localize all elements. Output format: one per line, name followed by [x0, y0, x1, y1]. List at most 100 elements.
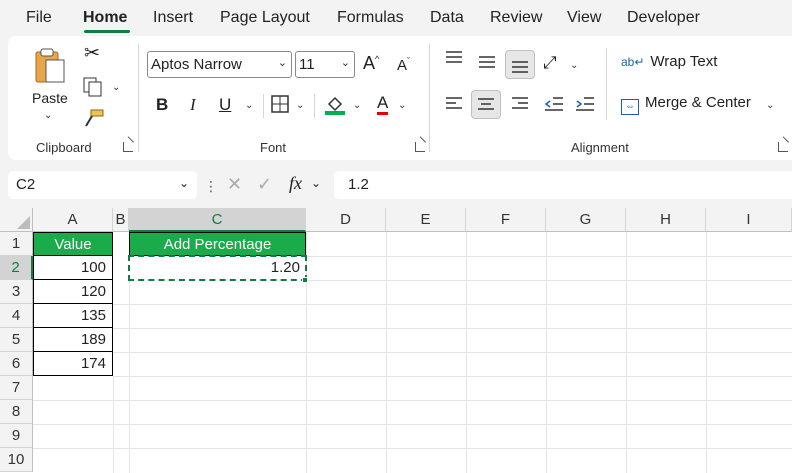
copy-button[interactable] [82, 76, 104, 101]
row-header-6[interactable]: 6 [0, 352, 33, 376]
shrink-font-button[interactable]: Aˇ [397, 57, 410, 74]
font-color-icon: A [377, 93, 389, 112]
fill-color-dropdown-icon[interactable]: ⌄ [353, 100, 361, 111]
column-header-g[interactable]: G [546, 208, 626, 232]
grow-font-button[interactable]: A^ [363, 54, 379, 72]
wrap-text-icon: ab↵ [621, 55, 645, 69]
align-center-button[interactable] [471, 90, 501, 119]
menu-file[interactable]: File [26, 9, 52, 27]
font-name-combo[interactable]: Aptos Narrow ⌄ [147, 51, 292, 78]
chevron-down-icon[interactable]: ⌄ [179, 176, 189, 190]
column-header-b[interactable]: B [113, 208, 129, 232]
align-right-icon [512, 97, 528, 109]
cell-a4[interactable]: 135 [33, 304, 113, 328]
select-all-corner[interactable] [0, 208, 33, 232]
wrap-text-button[interactable]: ab↵ Wrap Text [621, 53, 717, 77]
align-right-button[interactable] [510, 96, 530, 115]
column-header-h[interactable]: H [626, 208, 706, 232]
menu-insert[interactable]: Insert [153, 9, 193, 27]
row-header-2[interactable]: 2 [0, 256, 33, 280]
decrease-indent-button[interactable] [543, 96, 565, 115]
gridline [33, 448, 792, 449]
menu-review[interactable]: Review [490, 9, 542, 27]
font-launcher-icon[interactable] [415, 142, 425, 152]
alignment-group-label: Alignment [571, 140, 629, 155]
font-color-dropdown-icon[interactable]: ⌄ [398, 100, 406, 111]
format-painter-button[interactable] [83, 108, 105, 131]
menu-data[interactable]: Data [430, 9, 464, 27]
italic-button[interactable]: I [190, 96, 196, 113]
row-header-9[interactable]: 9 [0, 424, 33, 448]
menu-formulas[interactable]: Formulas [337, 9, 404, 27]
font-size-combo[interactable]: 11 ⌄ [295, 51, 355, 78]
cancel-icon[interactable]: ✕ [227, 174, 242, 195]
row-header-8[interactable]: 8 [0, 400, 33, 424]
name-box[interactable]: C2 ⌄ [8, 171, 197, 199]
fill-color-button[interactable] [323, 92, 347, 119]
row-header-4[interactable]: 4 [0, 304, 33, 328]
row-header-1[interactable]: 1 [0, 232, 33, 256]
borders-icon [271, 95, 289, 113]
bold-button[interactable]: B [156, 96, 168, 113]
paste-dropdown-icon[interactable]: ⌄ [44, 110, 52, 121]
column-header-i[interactable]: I [706, 208, 792, 232]
menu-view[interactable]: View [567, 9, 601, 27]
gridline [113, 352, 792, 353]
column-header-d[interactable]: D [306, 208, 386, 232]
column-header-c[interactable]: C [129, 208, 306, 232]
font-name-value: Aptos Narrow [151, 56, 242, 73]
increase-indent-icon [576, 97, 594, 111]
cell-a6[interactable]: 174 [33, 352, 113, 376]
merge-dropdown-icon[interactable]: ⌄ [766, 100, 774, 111]
bottom-align-button[interactable] [505, 50, 535, 79]
enter-icon[interactable]: ✓ [257, 174, 272, 195]
underline-dropdown-icon[interactable]: ⌄ [245, 100, 253, 111]
row-header-5[interactable]: 5 [0, 328, 33, 352]
row-header-7[interactable]: 7 [0, 376, 33, 400]
align-left-button[interactable] [444, 96, 464, 115]
merge-center-button[interactable]: ⇔ Merge & Center [621, 94, 751, 118]
font-color-button[interactable]: A [377, 93, 389, 115]
menu-developer[interactable]: Developer [627, 9, 700, 27]
column-header-e[interactable]: E [386, 208, 466, 232]
copy-dropdown-icon[interactable]: ⌄ [112, 82, 120, 93]
top-align-button[interactable] [444, 50, 464, 69]
middle-align-button[interactable] [477, 54, 497, 73]
font-group-label: Font [260, 140, 287, 155]
bold-icon: B [156, 95, 169, 114]
borders-dropdown-icon[interactable]: ⌄ [296, 100, 304, 111]
chevron-down-icon[interactable]: ⌄ [311, 176, 321, 190]
underline-button[interactable]: U [219, 96, 231, 113]
gridline [113, 328, 792, 329]
column-header-a[interactable]: A [33, 208, 113, 232]
clipboard-launcher-icon[interactable] [123, 142, 133, 152]
row-header-3[interactable]: 3 [0, 280, 33, 304]
increase-indent-button[interactable] [574, 96, 596, 115]
menu-home[interactable]: Home [83, 9, 127, 27]
shrink-font-icon: A [397, 57, 408, 74]
insert-function-icon[interactable]: fx [289, 173, 302, 194]
worksheet-grid[interactable]: A B C D E F G H I 1 2 3 4 5 6 7 8 9 10 V… [0, 208, 792, 473]
paste-button[interactable]: Paste ⌄ [30, 46, 74, 121]
select-all-icon [17, 216, 30, 229]
cell-a3[interactable]: 120 [33, 280, 113, 304]
row-header-10[interactable]: 10 [0, 448, 33, 472]
gridline [113, 304, 792, 305]
formula-input[interactable]: 1.2 [334, 171, 792, 199]
cell-c1[interactable]: Add Percentage [129, 232, 306, 256]
cell-a1[interactable]: Value [33, 232, 113, 256]
cut-icon[interactable]: ✂ [84, 44, 100, 63]
menu-page-layout[interactable]: Page Layout [220, 9, 310, 27]
cell-a2[interactable]: 100 [33, 256, 113, 280]
fill-handle[interactable] [302, 277, 308, 283]
font-size-value: 11 [299, 56, 315, 73]
gridline [33, 424, 792, 425]
alignment-launcher-icon[interactable] [778, 142, 788, 152]
column-header-f[interactable]: F [466, 208, 546, 232]
borders-button[interactable] [270, 94, 290, 117]
orientation-button[interactable]: ⤢ [543, 54, 557, 71]
format-painter-icon [85, 109, 104, 127]
name-box-value: C2 [16, 176, 36, 193]
cell-a5[interactable]: 189 [33, 328, 113, 352]
orientation-dropdown-icon[interactable]: ⌄ [570, 60, 578, 71]
